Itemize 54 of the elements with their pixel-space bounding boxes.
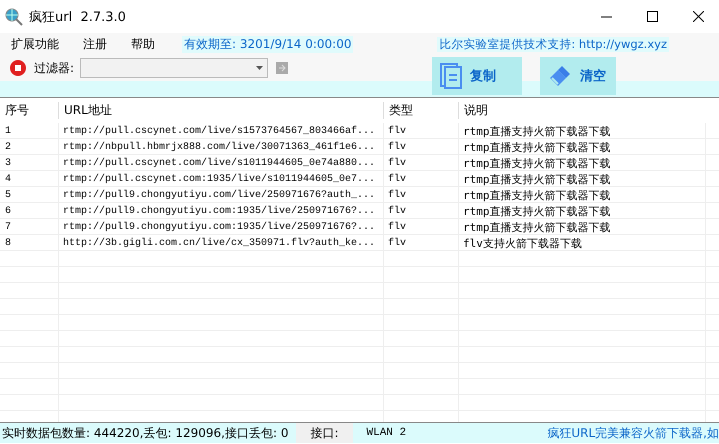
table-cell-text: flv <box>387 142 408 152</box>
table-cell-text: flv <box>387 158 408 168</box>
table-cell-text: flv <box>387 126 408 136</box>
table-cell-text: rtmp://pull.cscynet.com:1935/live/s1011944605_0e7... <box>62 174 376 184</box>
table-cell-text: 8 <box>4 238 12 248</box>
brush-icon <box>548 64 572 88</box>
menu-item[interactable]: 扩展功能 <box>0 36 68 52</box>
table-cell-text: rtmp://pull9.chongyutiyu.com:1935/live/250971676?... <box>62 222 376 232</box>
app-icon <box>5 8 23 26</box>
table-cell-text: 6 <box>4 206 12 216</box>
table-cell-text: 5 <box>4 190 12 200</box>
table-cell-text: rtmp直播支持火箭下载器下载 <box>462 204 612 218</box>
table-cell-text: rtmp直播支持火箭下载器下载 <box>462 220 612 234</box>
menu-item[interactable]: 帮助 <box>120 36 164 52</box>
table-cell-text: flv <box>387 206 408 216</box>
table-cell-text: 2 <box>4 142 12 152</box>
table-cell-text: rtmp直播支持火箭下载器下载 <box>462 156 612 170</box>
table-cell-text: rtmp://pull.cscynet.com/live/s1011944605_0e74a880... <box>62 158 376 168</box>
table-cell-text: http://3b.gigli.com.cn/live/cx_350971.flv?auth_ke... <box>62 238 376 248</box>
table-cell-text: 3 <box>4 158 12 168</box>
table-cell-text: rtmp://pull9.chongyutiyu.com:1935/live/250971676?... <box>62 206 376 216</box>
document-icon <box>440 63 462 89</box>
table-cell-text: 4 <box>4 174 12 184</box>
column-header[interactable]: 序号 <box>0 102 58 119</box>
table-cell-text: flv <box>387 238 408 248</box>
table-cell-text: rtmp直播支持火箭下载器下载 <box>462 188 612 202</box>
column-header[interactable]: URL地址 <box>58 102 383 119</box>
table-cell-text: rtmp://pull9.chongyutiyu.com/live/250971676?auth_... <box>62 190 376 200</box>
interface-label: 接口: <box>296 423 352 443</box>
table-cell-text: rtmp直播支持火箭下载器下载 <box>462 140 612 154</box>
column-header[interactable]: 类型 <box>383 102 458 119</box>
table-cell-text: 1 <box>4 126 12 136</box>
clear-button[interactable]: 清空 <box>540 57 616 95</box>
copy-button[interactable]: 复制 <box>432 57 522 95</box>
column-header[interactable]: 说明 <box>458 102 705 119</box>
notice-text: 疯狂URL完美兼容火箭下载器,如 <box>547 424 719 442</box>
interface-name: WLAN 2 <box>366 427 406 439</box>
menu-item[interactable]: 注册 <box>72 36 116 52</box>
stop-icon[interactable] <box>10 60 26 76</box>
table-cell-text: rtmp://pull.cscynet.com/live/s1573764567_803466af... <box>62 126 376 136</box>
table-cell-text: rtmp直播支持火箭下载器下载 <box>462 124 612 138</box>
caret-icon[interactable] <box>256 66 264 70</box>
table-cell-text: rtmp直播支持火箭下载器下载 <box>462 172 612 186</box>
support-text: 比尔实验室提供技术支持: http://ywgz.xyz <box>437 36 669 52</box>
table-cell-text: flv <box>387 222 408 232</box>
filter-label: 过滤器: <box>34 60 74 76</box>
table-cell-text: rtmp://nbpull.hbmrjx888.com/live/30071363_461f1e6... <box>62 142 376 152</box>
table-cell-text: flv支持火箭下载器下载 <box>462 236 583 250</box>
packet-count-text: 实时数据包数量: 444220,丢包: 129096,接口丢包: 0 <box>1 424 290 442</box>
table-cell-text: 7 <box>4 222 12 232</box>
table-cell-text: flv <box>387 190 408 200</box>
table-cell-text: flv <box>387 174 408 184</box>
expiry-text: 有效期至: 3201/9/14 0:00:00 <box>182 36 354 52</box>
window-title: 疯狂url 2.7.3.0 <box>29 8 127 26</box>
